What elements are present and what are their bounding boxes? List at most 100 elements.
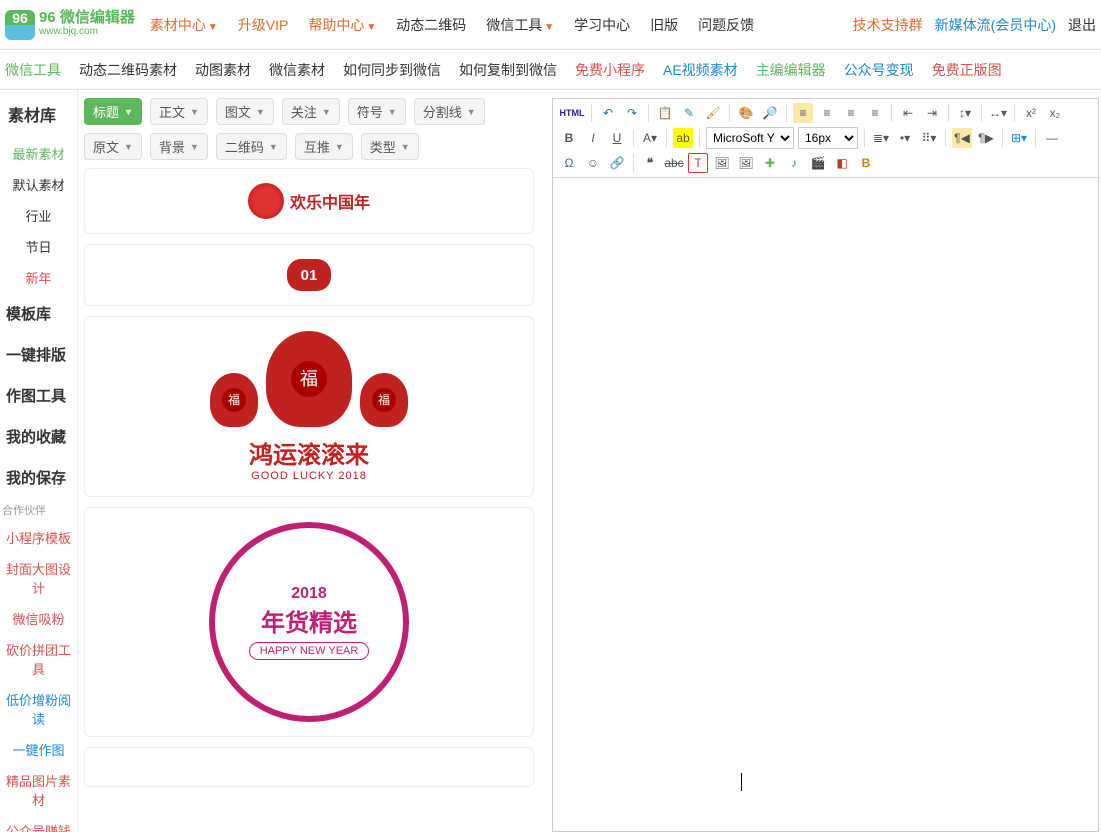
- sidebar-cat-4[interactable]: 新年: [0, 262, 77, 293]
- back-color-button[interactable]: ab: [673, 128, 693, 148]
- subnav-item-5[interactable]: 如何复制到微信: [459, 60, 557, 80]
- italic-button[interactable]: I: [583, 128, 603, 148]
- sidebar-partner-7[interactable]: 公众号赚钱: [0, 815, 77, 832]
- subnav-item-3[interactable]: 微信素材: [269, 60, 325, 80]
- format-brush-button[interactable]: 🖌: [703, 103, 723, 123]
- subnav-item-7[interactable]: AE视频素材: [663, 60, 738, 80]
- filter-frow1-4[interactable]: 符号▼: [348, 98, 406, 125]
- link-media[interactable]: 新媒体流(会员中心): [935, 15, 1056, 35]
- filter-frow1-3[interactable]: 关注▼: [282, 98, 340, 125]
- filter-frow2-1[interactable]: 背景▼: [150, 133, 208, 160]
- text-border-button[interactable]: T: [688, 153, 708, 173]
- font-size-select[interactable]: 16px: [798, 127, 858, 149]
- topnav-item-1[interactable]: 升级VIP: [238, 15, 289, 35]
- indent-left-button[interactable]: ⇤: [898, 103, 918, 123]
- link-logout[interactable]: 退出: [1068, 15, 1096, 35]
- html-source-button[interactable]: HTML: [559, 103, 585, 123]
- align-right-button[interactable]: ≡: [841, 103, 861, 123]
- subnav-item-2[interactable]: 动图素材: [195, 60, 251, 80]
- bullet-list-button[interactable]: ⠿▾: [919, 128, 939, 148]
- filter-frow1-2[interactable]: 图文▼: [216, 98, 274, 125]
- topnav-item-0[interactable]: 素材中心▼: [150, 15, 218, 35]
- filter-frow2-3[interactable]: 互推▼: [295, 133, 353, 160]
- sidebar-cat-3[interactable]: 节日: [0, 231, 77, 262]
- filter-frow2-4[interactable]: 类型▼: [361, 133, 419, 160]
- paragraph-dir-button[interactable]: ¶◀: [952, 128, 972, 148]
- sidebar-partner-5[interactable]: 一键作图: [0, 734, 77, 765]
- insert-component-button[interactable]: ✚: [760, 153, 780, 173]
- material-card-1[interactable]: 欢乐中国年: [84, 168, 534, 234]
- align-left-button[interactable]: ≡: [793, 103, 813, 123]
- audio-button[interactable]: ♪: [784, 153, 804, 173]
- align-center-button[interactable]: ≡: [817, 103, 837, 123]
- attachment-button[interactable]: ◧: [832, 153, 852, 173]
- sidebar-partner-6[interactable]: 精品图片素材: [0, 765, 77, 815]
- material-list[interactable]: 欢乐中国年 01 鸿运滚滚来 GOOD LUCKY 2018 2018 年货精选: [84, 168, 542, 832]
- subnav-item-9[interactable]: 公众号变现: [844, 60, 914, 80]
- material-card-5[interactable]: [84, 747, 534, 787]
- topnav-item-4[interactable]: 微信工具▼: [486, 15, 554, 35]
- subnav-item-0[interactable]: 微信工具: [5, 60, 61, 80]
- underline-button[interactable]: U: [607, 128, 627, 148]
- topnav-item-7[interactable]: 问题反馈: [698, 15, 754, 35]
- sidebar-partner-1[interactable]: 封面大图设计: [0, 553, 77, 603]
- sidebar-sec-3: 我的保存: [0, 457, 77, 498]
- hr-button[interactable]: —: [1042, 128, 1062, 148]
- topnav-item-6[interactable]: 旧版: [650, 15, 678, 35]
- link-button[interactable]: 🔗: [607, 153, 627, 173]
- filter-frow2-2[interactable]: 二维码▼: [216, 133, 287, 160]
- subnav-item-6[interactable]: 免费小程序: [575, 60, 645, 80]
- sidebar-cat-0[interactable]: 最新素材: [0, 138, 77, 169]
- unordered-list-button[interactable]: •▾: [895, 128, 915, 148]
- video-button[interactable]: 🎬: [808, 153, 828, 173]
- color-button[interactable]: 🎨: [736, 103, 756, 123]
- topnav-item-2[interactable]: 帮助中心▼: [308, 15, 376, 35]
- multi-image-button[interactable]: 🖼: [736, 153, 756, 173]
- material-card-3[interactable]: 鸿运滚滚来 GOOD LUCKY 2018: [84, 316, 534, 497]
- sidebar-partner-3[interactable]: 砍价拼团工具: [0, 634, 77, 684]
- material-card-2[interactable]: 01: [84, 244, 534, 306]
- paragraph-dir2-button[interactable]: ¶▶: [976, 128, 996, 148]
- bold-action-button[interactable]: B: [856, 153, 876, 173]
- sidebar-cat-1[interactable]: 默认素材: [0, 169, 77, 200]
- filter-frow1-1[interactable]: 正文▼: [150, 98, 208, 125]
- indent-right-button[interactable]: ⇥: [922, 103, 942, 123]
- topnav-item-5[interactable]: 学习中心: [574, 15, 630, 35]
- superscript-button[interactable]: x²: [1021, 103, 1041, 123]
- sidebar-partner-0[interactable]: 小程序模板: [0, 522, 77, 553]
- editor-content-area[interactable]: [553, 178, 1098, 831]
- subscript-button[interactable]: x₂: [1045, 103, 1065, 123]
- line-height-button[interactable]: ↕▾: [955, 103, 975, 123]
- redo-button[interactable]: ↷: [622, 103, 642, 123]
- subnav-item-8[interactable]: 主编编辑器: [756, 60, 826, 80]
- align-justify-button[interactable]: ≡: [865, 103, 885, 123]
- letter-spacing-button[interactable]: ↔▾: [988, 103, 1008, 123]
- font-family-select[interactable]: MicroSoft Y: [706, 127, 794, 149]
- subnav-item-4[interactable]: 如何同步到微信: [343, 60, 441, 80]
- undo-button[interactable]: ↶: [598, 103, 618, 123]
- bold-button[interactable]: B: [559, 128, 579, 148]
- paste-button[interactable]: 📋: [655, 103, 675, 123]
- quote-button[interactable]: ❝: [640, 153, 660, 173]
- sidebar-cat-2[interactable]: 行业: [0, 200, 77, 231]
- filter-frow1-0[interactable]: 标题▼: [84, 98, 142, 125]
- subnav-item-1[interactable]: 动态二维码素材: [79, 60, 177, 80]
- table-button[interactable]: ⊞▾: [1009, 128, 1029, 148]
- clear-format-button[interactable]: ✎: [679, 103, 699, 123]
- ordered-list-button[interactable]: ≣▾: [871, 128, 891, 148]
- material-card-4[interactable]: 2018 年货精选 HAPPY NEW YEAR: [84, 507, 534, 737]
- image-button[interactable]: 🖼: [712, 153, 732, 173]
- find-replace-button[interactable]: 🔎: [760, 103, 780, 123]
- topnav-item-3[interactable]: 动态二维码: [396, 15, 466, 35]
- special-char-button[interactable]: Ω: [559, 153, 579, 173]
- strike-button[interactable]: abc: [664, 153, 684, 173]
- brand-logo[interactable]: 96 微信编辑器 www.bjq.com: [5, 10, 135, 40]
- link-support[interactable]: 技术支持群: [853, 15, 923, 35]
- emoji-button[interactable]: ☺: [583, 153, 603, 173]
- sidebar-partner-2[interactable]: 微信吸粉: [0, 603, 77, 634]
- sidebar-partner-4[interactable]: 低价增粉阅读: [0, 684, 77, 734]
- filter-frow2-0[interactable]: 原文▼: [84, 133, 142, 160]
- filter-frow1-5[interactable]: 分割线▼: [414, 98, 485, 125]
- subnav-item-10[interactable]: 免费正版图: [932, 60, 1002, 80]
- font-color-button[interactable]: A▾: [640, 128, 660, 148]
